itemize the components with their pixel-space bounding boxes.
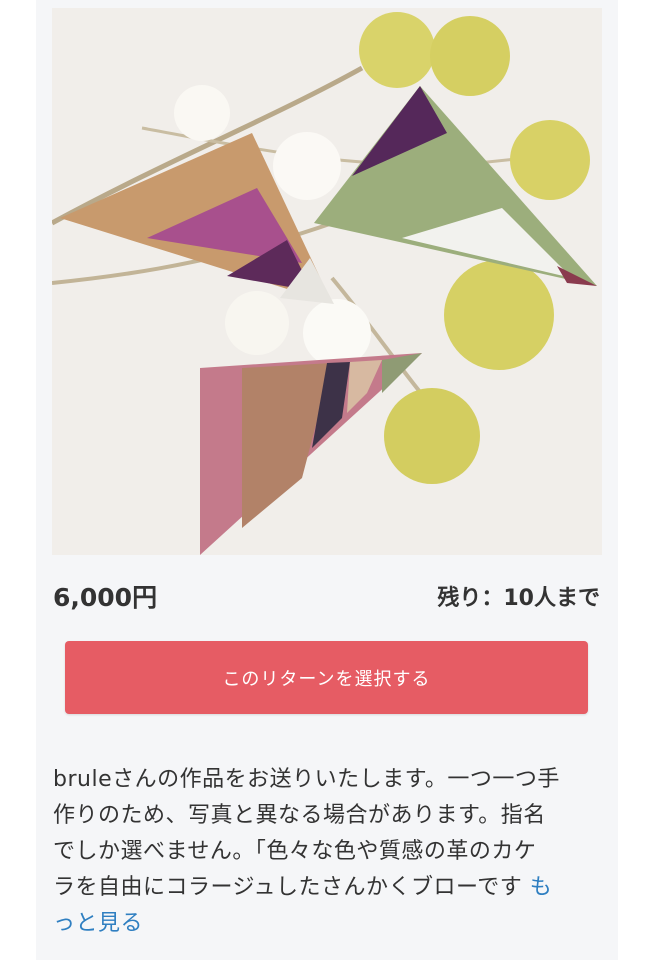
description-text: ラを自由にコラージュしたさんかくブローです xyxy=(53,875,523,900)
description-line: 作りのため、写真と異なる場合があります。指名 xyxy=(53,803,546,828)
reward-price: 6,000円 xyxy=(53,583,158,612)
show-more-link[interactable]: も xyxy=(530,875,553,900)
reward-description: bruleさんの作品をお送りいたします。一つ一つ手 作りのため、写真と異なる場合… xyxy=(53,762,603,942)
description-line: でしか選べません。「色々な色や質感の革のカケ xyxy=(53,839,537,864)
description-line: っと見る xyxy=(53,906,603,942)
description-line: bruleさんの作品をお送りいたします。一つ一つ手 xyxy=(53,767,560,792)
show-more-link-continued[interactable]: っと見る xyxy=(53,911,143,936)
select-reward-button[interactable]: このリターンを選択する xyxy=(65,641,588,714)
remaining-count: 残り：10人まで xyxy=(437,586,600,611)
description-line: ラを自由にコラージュしたさんかくブローです も xyxy=(53,870,603,906)
reward-photo xyxy=(52,8,602,555)
